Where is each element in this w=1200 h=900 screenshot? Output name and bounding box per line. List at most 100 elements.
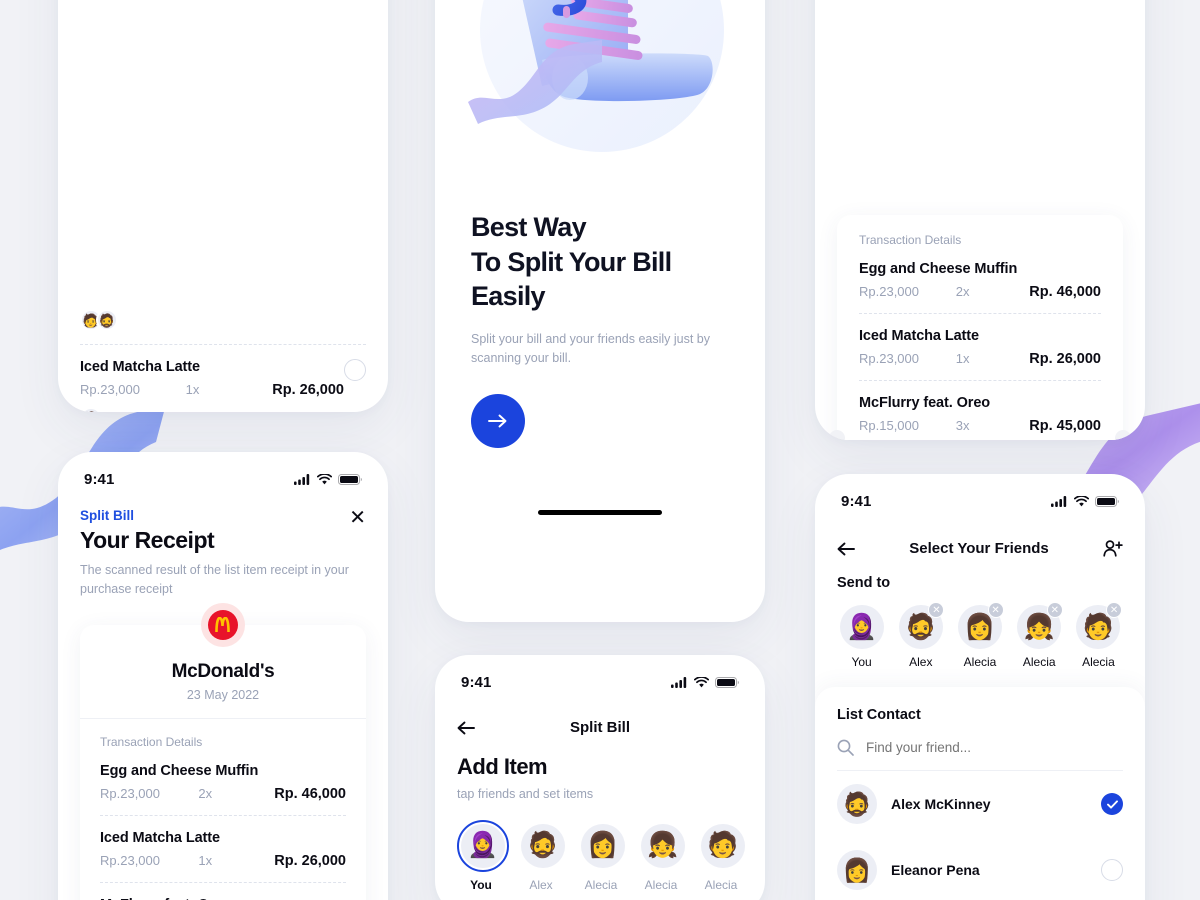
status-time: 9:41	[84, 470, 115, 488]
hero-title-line-1: Best Way	[471, 212, 587, 242]
status-time: 9:41	[841, 492, 872, 510]
participant-avatar: 🧔	[80, 407, 102, 412]
wifi-icon	[694, 676, 709, 687]
breadcrumb-split-bill[interactable]: Split Bill	[80, 508, 349, 523]
avatar-glyph: 👧	[647, 831, 679, 860]
send-to-chip-you[interactable]: 🧕 You	[837, 605, 886, 669]
receipt-3d-illustration-icon	[468, 0, 724, 152]
ticket-notch-right	[1115, 430, 1131, 440]
send-to-chip-alecia[interactable]: 🧑 ✕ Alecia	[1074, 602, 1123, 669]
add-item-subtitle: tap friends and set items	[457, 787, 594, 801]
section-label-transaction-details: Transaction Details	[859, 233, 962, 247]
item-unit-price: Rp.23,000	[859, 284, 919, 299]
hero-next-button[interactable]	[471, 394, 525, 449]
receipt-item-amounts: Rp.23,000 2x Rp. 46,000	[859, 284, 1101, 300]
avatar-glyph: 🧕	[846, 612, 878, 641]
receipt-item-amounts: Rp.23,000 1x Rp. 26,000	[100, 853, 346, 869]
checkbox-unchecked-icon[interactable]	[344, 359, 366, 381]
friend-chip-alecia[interactable]: 👧 Alecia	[637, 820, 685, 892]
item-total: Rp. 46,000	[274, 785, 346, 802]
battery-icon	[338, 473, 362, 485]
receipt-item: Iced Matcha Latte Rp.23,000 1x Rp. 26,000	[100, 816, 346, 883]
arrow-right-icon	[488, 414, 507, 428]
nav-title: Split Bill	[570, 719, 630, 736]
friend-chip-alecia[interactable]: 🧑 Alecia	[697, 820, 745, 892]
receipt-item-list: Egg and Cheese Muffin Rp.23,000 2x Rp. 46,0…	[859, 247, 1101, 434]
search-input[interactable]	[866, 740, 1123, 755]
friend-selection-ring: 👩	[577, 820, 629, 872]
remove-friend-icon[interactable]: ✕	[987, 602, 1004, 618]
nav-bar: Select Your Friends	[815, 532, 1145, 557]
phone-add-item-screen: 9:41 Split Bill Add Item tap friends and…	[435, 655, 765, 900]
split-item-texts: Iced Matcha Latte Rp.23,000 1x Rp. 26,000	[80, 359, 344, 398]
close-icon[interactable]: ✕	[349, 508, 366, 528]
add-person-icon[interactable]	[1103, 540, 1123, 557]
list-contact-card: List Contact 🧔 Alex McKinney 👩 Eleanor Pena	[815, 687, 1145, 900]
mcdonalds-logo-icon	[201, 602, 245, 647]
back-arrow-icon[interactable]	[837, 542, 855, 556]
search-icon	[837, 739, 854, 756]
cellular-signal-icon	[1051, 495, 1067, 507]
hero-title-line-3: Easily	[471, 281, 546, 312]
item-name: Iced Matcha Latte	[859, 328, 979, 344]
screenshot-canvas: 🧑 🧔 Iced Matcha Latte Rp.23,000 1x Rp. 26,00…	[0, 0, 1200, 900]
friend-selection-ring: 🧕	[457, 819, 509, 872]
receipt-item: McFlurry feat. Oreo Rp.15,000 3x Rp. 45,000	[859, 381, 1101, 434]
item-unit-price: Rp.23,000	[859, 351, 919, 366]
item-quantity: 1x	[955, 351, 970, 366]
receipt-ticket-card: Transaction Details Egg and Cheese Muffi…	[829, 215, 1131, 440]
receipt-item-amounts: Rp.23,000 1x Rp. 26,000	[80, 382, 344, 398]
item-name: Egg and Cheese Muffin	[859, 261, 1018, 277]
phone-your-receipt-screen: 9:41 Split Bill Your Receipt ✕ The scann…	[58, 452, 388, 900]
friend-selection-ring: 🧔	[517, 820, 569, 872]
back-arrow-icon[interactable]	[457, 721, 475, 735]
friend-name: You	[851, 655, 872, 669]
page-title: Your Receipt	[80, 527, 215, 553]
item-quantity: 2x	[198, 785, 213, 801]
wifi-icon	[317, 473, 332, 484]
contact-row[interactable]: 👩 Eleanor Pena	[837, 837, 1123, 900]
search-row[interactable]	[837, 723, 1123, 771]
split-item-avatars: 🧔	[80, 407, 366, 412]
avatar-glyph: 🧔	[527, 831, 559, 860]
item-unit-price: Rp.23,000	[100, 785, 160, 801]
cellular-signal-icon	[671, 676, 687, 688]
send-to-chip-alecia[interactable]: 👩 ✕ Alecia	[955, 602, 1004, 669]
split-list-item[interactable]: Iced Matcha Latte Rp.23,000 1x Rp. 26,000 🧔	[80, 345, 366, 412]
friend-chip-alecia[interactable]: 👩 Alecia	[577, 820, 625, 892]
friend-avatar: 👧	[641, 823, 685, 868]
item-total: Rp. 26,000	[274, 852, 346, 869]
friend-name: Alecia	[704, 877, 738, 892]
checkbox-checked-icon[interactable]	[1101, 793, 1123, 815]
checkbox-unchecked-icon[interactable]	[1101, 859, 1123, 881]
friend-avatar: 🧔	[521, 823, 565, 868]
item-unit-price: Rp.23,000	[80, 382, 140, 397]
item-quantity: 1x	[185, 382, 200, 397]
friend-name: Alecia	[584, 877, 618, 892]
battery-icon	[715, 676, 739, 688]
friend-chip-alex[interactable]: 🧔 Alex	[517, 820, 565, 892]
status-icons	[294, 473, 362, 485]
friend-chip-you[interactable]: 🧕 You	[457, 819, 509, 892]
avatar-glyph: 🧑	[707, 831, 739, 860]
remove-friend-icon[interactable]: ✕	[1046, 602, 1063, 618]
merchant-name: McDonald's	[171, 660, 275, 682]
hero-title-line-2: To Split Your Bill	[471, 246, 672, 277]
split-item-list: Iced Matcha LatteRp.23,0001xRp. 26,000🧔M…	[80, 345, 366, 412]
friend-name: Alex	[909, 655, 933, 669]
friend-name: Alecia	[963, 655, 997, 669]
send-to-chip-alex[interactable]: 🧔 ✕ Alex	[896, 602, 945, 669]
item-total: Rp. 26,000	[272, 382, 344, 398]
status-icons	[671, 676, 739, 688]
remove-friend-icon[interactable]: ✕	[1106, 602, 1123, 618]
split-item-top-avatars: 🧑 🧔	[80, 309, 366, 331]
send-to-chip-alecia[interactable]: 👧 ✕ Alecia	[1015, 602, 1064, 669]
remove-friend-icon[interactable]: ✕	[928, 602, 945, 618]
item-quantity: 2x	[955, 284, 970, 299]
contact-row[interactable]: 🧔 Alex McKinney	[837, 771, 1123, 837]
receipt-item: Egg and Cheese Muffin Rp.23,000 2x Rp. 46,0…	[859, 247, 1101, 314]
phone-split-list-screen: 🧑 🧔 Iced Matcha Latte Rp.23,000 1x Rp. 26,00…	[58, 0, 388, 412]
send-to-avatar-strip: 🧕 You 🧔 ✕ Alex 👩 ✕ Alecia 👧 ✕ Alecia 🧑 ✕ Alecia	[837, 602, 1123, 669]
split-item-header: Iced Matcha Latte Rp.23,000 1x Rp. 26,000	[80, 359, 366, 398]
receipt-item-amounts: Rp.15,000 3x Rp. 45,000	[859, 418, 1101, 434]
